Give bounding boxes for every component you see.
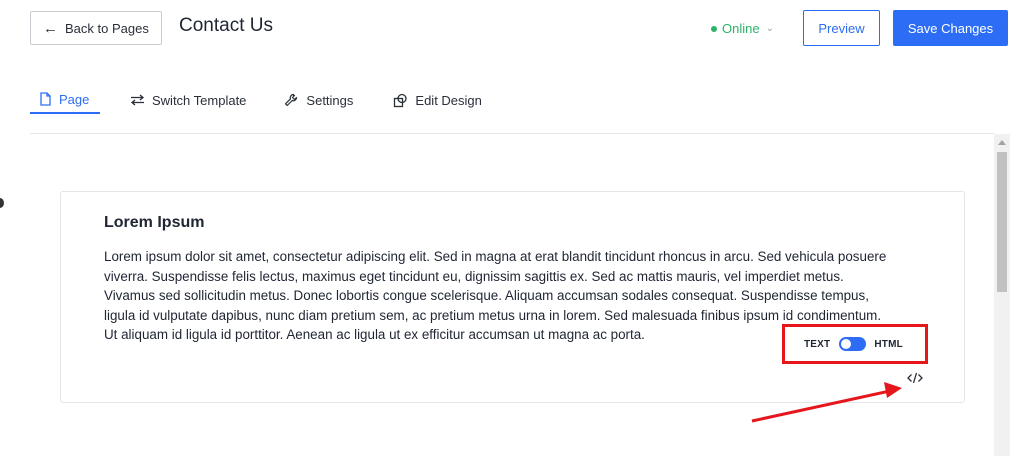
toggle-text-label: TEXT bbox=[804, 338, 831, 350]
scroll-up-icon[interactable] bbox=[998, 140, 1006, 145]
save-changes-button[interactable]: Save Changes bbox=[893, 10, 1008, 46]
tab-settings[interactable]: Settings bbox=[284, 86, 353, 114]
scroll-thumb[interactable] bbox=[997, 152, 1007, 292]
toggle-knob bbox=[841, 339, 852, 349]
arrow-left-icon: ← bbox=[43, 19, 58, 37]
tab-page-label: Page bbox=[59, 91, 90, 107]
chevron-down-icon: ⌄ bbox=[765, 23, 774, 34]
back-to-pages-label: Back to Pages bbox=[65, 20, 149, 36]
tab-settings-label: Settings bbox=[306, 92, 354, 108]
content-heading[interactable]: Lorem Ipsum bbox=[104, 214, 204, 232]
preview-button[interactable]: Preview bbox=[803, 10, 880, 46]
tab-edit-design[interactable]: Edit Design bbox=[393, 86, 482, 114]
page-title: Contact Us bbox=[179, 15, 273, 36]
vertical-scrollbar[interactable] bbox=[994, 134, 1010, 456]
tab-bar: Page Switch Template Settings Edit Desig… bbox=[30, 86, 482, 114]
online-dot-icon bbox=[711, 25, 717, 32]
design-icon bbox=[393, 93, 408, 108]
header-divider bbox=[30, 133, 994, 134]
status-dropdown[interactable]: Online ⌄ bbox=[711, 21, 774, 36]
wrench-icon bbox=[284, 93, 299, 108]
text-html-switch[interactable] bbox=[839, 337, 867, 351]
toggle-html-label: HTML bbox=[874, 338, 903, 350]
swap-arrows-icon bbox=[130, 94, 145, 106]
content-block[interactable]: Lorem Ipsum Lorem ipsum dolor sit amet, … bbox=[60, 191, 965, 403]
tab-edit-design-label: Edit Design bbox=[415, 92, 482, 108]
back-to-pages-button[interactable]: ← Back to Pages bbox=[30, 11, 162, 45]
code-icon[interactable] bbox=[907, 371, 923, 389]
content-body-text[interactable]: Lorem ipsum dolor sit amet, consectetur … bbox=[104, 247, 894, 345]
tab-switch-template[interactable]: Switch Template bbox=[130, 86, 246, 114]
edge-marker bbox=[0, 198, 4, 208]
page-icon bbox=[39, 92, 52, 106]
status-label: Online bbox=[722, 21, 760, 36]
tab-switch-template-label: Switch Template bbox=[152, 92, 247, 108]
text-html-toggle: TEXT HTML bbox=[782, 324, 928, 364]
tab-page[interactable]: Page bbox=[30, 86, 100, 114]
